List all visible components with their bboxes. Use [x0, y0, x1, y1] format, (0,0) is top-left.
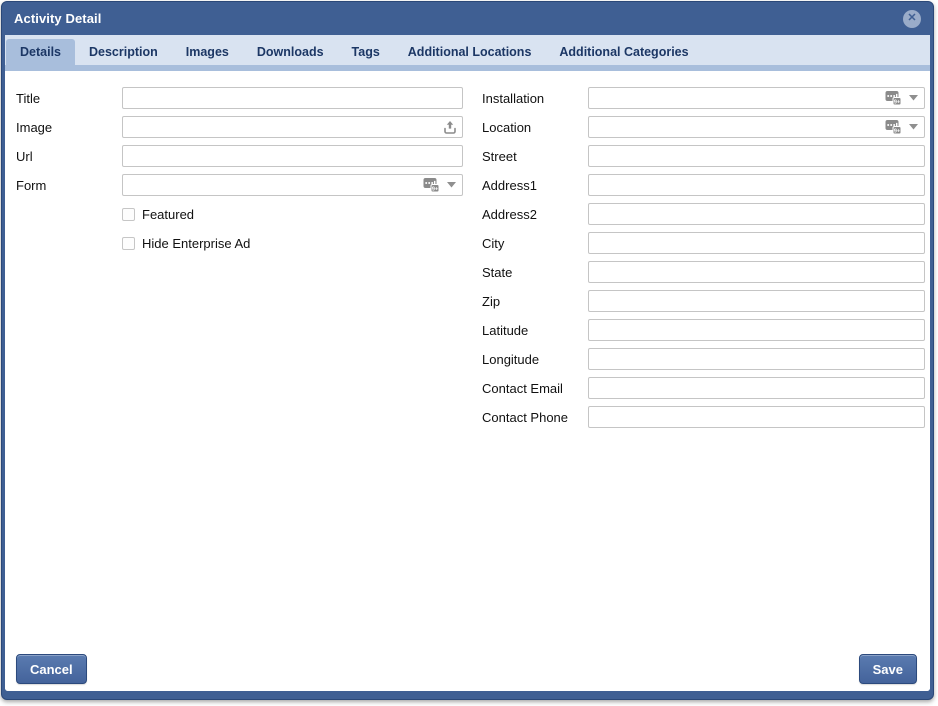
field-row-form: Form 9+ [16, 174, 463, 196]
close-icon: ✕ [907, 13, 916, 24]
hide-enterprise-ad-checkbox-row: Hide Enterprise Ad [16, 232, 463, 254]
city-label: City [482, 236, 588, 251]
field-row-contact-email: Contact Email [482, 377, 925, 399]
tab-additional-locations[interactable]: Additional Locations [394, 39, 546, 65]
image-label: Image [16, 120, 122, 135]
form-combo-input[interactable] [122, 174, 463, 196]
featured-checkbox[interactable] [122, 208, 135, 221]
field-row-contact-phone: Contact Phone [482, 406, 925, 428]
close-button[interactable]: ✕ [903, 10, 921, 28]
street-input[interactable] [588, 145, 925, 167]
chevron-down-icon[interactable] [447, 182, 456, 188]
contact-email-input[interactable] [588, 377, 925, 399]
field-row-image: Image [16, 116, 463, 138]
featured-checkbox-row: Featured [16, 203, 463, 225]
footer-button-bar: Cancel Save [16, 654, 917, 684]
list-picker-icon[interactable]: 9+ [885, 120, 901, 135]
chevron-down-icon[interactable] [909, 95, 918, 101]
field-row-address2: Address2 [482, 203, 925, 225]
url-label: Url [16, 149, 122, 164]
field-row-city: City [482, 232, 925, 254]
details-form: Title Image [5, 71, 930, 691]
list-picker-icon[interactable]: 9+ [423, 178, 439, 193]
field-row-longitude: Longitude [482, 348, 925, 370]
window-body: Details Description Images Downloads Tag… [5, 35, 930, 691]
url-input[interactable] [122, 145, 463, 167]
image-input[interactable] [122, 116, 463, 138]
tab-downloads[interactable]: Downloads [243, 39, 338, 65]
field-row-installation: Installation 9+ [482, 87, 925, 109]
activity-detail-window: Activity Detail ✕ Details Description Im… [1, 1, 934, 700]
hide-enterprise-ad-checkbox[interactable] [122, 237, 135, 250]
latitude-label: Latitude [482, 323, 588, 338]
tab-tags[interactable]: Tags [338, 39, 394, 65]
address2-label: Address2 [482, 207, 588, 222]
street-label: Street [482, 149, 588, 164]
address1-input[interactable] [588, 174, 925, 196]
field-row-address1: Address1 [482, 174, 925, 196]
save-button[interactable]: Save [859, 654, 917, 684]
field-row-title: Title [16, 87, 463, 109]
title-label: Title [16, 91, 122, 106]
form-label: Form [16, 178, 122, 193]
state-label: State [482, 265, 588, 280]
installation-combo-input[interactable] [588, 87, 925, 109]
cancel-button[interactable]: Cancel [16, 654, 87, 684]
svg-text:9+: 9+ [894, 128, 900, 134]
location-label: Location [482, 120, 588, 135]
field-row-zip: Zip [482, 290, 925, 312]
form-left-column: Title Image [16, 87, 463, 261]
field-row-street: Street [482, 145, 925, 167]
address2-input[interactable] [588, 203, 925, 225]
address1-label: Address1 [482, 178, 588, 193]
title-input[interactable] [122, 87, 463, 109]
chevron-down-icon[interactable] [909, 124, 918, 130]
longitude-label: Longitude [482, 352, 588, 367]
zip-label: Zip [482, 294, 588, 309]
latitude-input[interactable] [588, 319, 925, 341]
installation-label: Installation [482, 91, 588, 106]
field-row-latitude: Latitude [482, 319, 925, 341]
contact-phone-label: Contact Phone [482, 410, 588, 425]
zip-input[interactable] [588, 290, 925, 312]
longitude-input[interactable] [588, 348, 925, 370]
featured-label: Featured [142, 207, 194, 222]
tab-description[interactable]: Description [75, 39, 172, 65]
location-combo-input[interactable] [588, 116, 925, 138]
svg-text:9+: 9+ [894, 99, 900, 105]
contact-email-label: Contact Email [482, 381, 588, 396]
form-right-column: Installation 9+ [482, 87, 925, 435]
tab-images[interactable]: Images [172, 39, 243, 65]
city-input[interactable] [588, 232, 925, 254]
window-title: Activity Detail [14, 11, 101, 26]
tab-bar: Details Description Images Downloads Tag… [5, 35, 930, 65]
state-input[interactable] [588, 261, 925, 283]
contact-phone-input[interactable] [588, 406, 925, 428]
field-row-state: State [482, 261, 925, 283]
upload-icon[interactable] [442, 119, 458, 135]
tab-additional-categories[interactable]: Additional Categories [545, 39, 702, 65]
tab-details[interactable]: Details [6, 39, 75, 65]
field-row-location: Location 9+ [482, 116, 925, 138]
window-titlebar: Activity Detail ✕ [5, 2, 930, 35]
hide-enterprise-ad-label: Hide Enterprise Ad [142, 236, 250, 251]
svg-text:9+: 9+ [432, 186, 438, 192]
list-picker-icon[interactable]: 9+ [885, 91, 901, 106]
field-row-url: Url [16, 145, 463, 167]
